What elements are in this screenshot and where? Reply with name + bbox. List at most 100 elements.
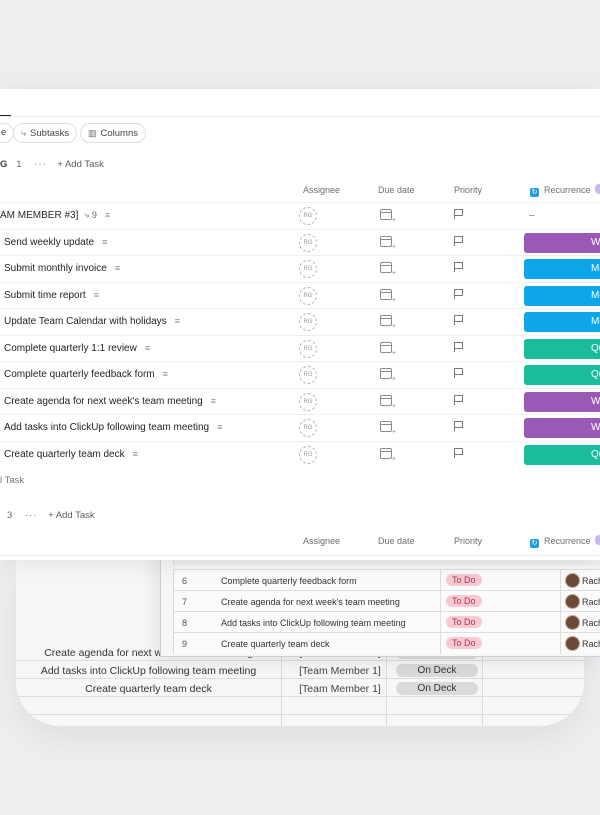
task-name[interactable]: Complete quarterly feedback form ≡: [4, 369, 168, 380]
more-icon[interactable]: ···: [25, 510, 38, 521]
col-assignee[interactable]: Assignee: [303, 185, 340, 195]
table-row[interactable]: 9 Create quarterly team deck To Do Racha: [173, 632, 600, 654]
task-name[interactable]: Send weekly update ≡: [4, 237, 107, 248]
flag-icon[interactable]: [454, 368, 463, 378]
sheet-task: Add tasks into ClickUp following team me…: [40, 665, 257, 677]
recurrence-pill[interactable]: Mo: [524, 286, 600, 306]
task-row[interactable]: Update Team Calendar with holidays ≡ RG M…: [0, 308, 600, 335]
row-assignee: Racha: [582, 597, 600, 607]
task-name[interactable]: Create agenda for next week's team meeti…: [4, 396, 216, 407]
calendar-add-icon[interactable]: [380, 368, 396, 383]
task-row[interactable]: Complete quarterly 1:1 review ≡ RG Qu: [0, 335, 600, 362]
recurrence-pill[interactable]: Qu: [524, 365, 600, 385]
flag-icon[interactable]: [454, 236, 463, 246]
flag-icon[interactable]: [454, 315, 463, 325]
col-priority[interactable]: Priority: [454, 536, 482, 546]
col-due-date[interactable]: Due date: [378, 536, 415, 546]
task-name[interactable]: Submit time report ≡: [4, 290, 99, 301]
cell-divider: [560, 612, 561, 633]
col-assignee[interactable]: Assignee: [303, 536, 340, 546]
subtasks-icon: ⤷: [21, 128, 27, 138]
assignee-placeholder-icon[interactable]: RG: [299, 419, 317, 437]
table-row[interactable]: 8 Add tasks into ClickUp following team …: [173, 611, 600, 633]
calendar-add-icon[interactable]: [380, 342, 396, 357]
col-recurrence[interactable]: ↻ Recurrence: [530, 536, 591, 548]
calendar-add-icon[interactable]: [380, 289, 396, 304]
flag-icon[interactable]: [454, 289, 463, 299]
subtask-count[interactable]: ⤷ 9: [84, 210, 97, 221]
recurrence-pill[interactable]: Mo: [524, 259, 600, 279]
description-icon: ≡: [114, 263, 121, 273]
recurrence-empty[interactable]: –: [529, 210, 535, 221]
status-badge[interactable]: To Do: [446, 637, 482, 649]
avatar: [565, 594, 580, 609]
col-recurrence[interactable]: ↻ Recurrence: [530, 185, 591, 197]
flag-icon[interactable]: [454, 448, 463, 458]
assignee-placeholder-icon[interactable]: RG: [299, 207, 317, 225]
recurrence-pill[interactable]: W: [524, 418, 600, 438]
task-row[interactable]: Complete quarterly feedback form ≡ RG Qu: [0, 361, 600, 388]
add-task-button[interactable]: + Add Task: [48, 510, 95, 521]
assignee-placeholder-icon[interactable]: RG: [299, 393, 317, 411]
flag-icon[interactable]: [454, 262, 463, 272]
add-column-icon[interactable]: [595, 535, 600, 545]
task-name[interactable]: Complete quarterly 1:1 review ≡: [4, 343, 150, 354]
recurrence-pill[interactable]: Mo: [524, 312, 600, 332]
columns-button[interactable]: ▥ Columns: [80, 123, 147, 143]
status-badge[interactable]: To Do: [446, 595, 482, 607]
status-badge[interactable]: To Do: [446, 616, 482, 628]
add-task-link[interactable]: l Task: [0, 475, 24, 486]
task-row[interactable]: Create quarterly team deck ≡ RG Qu: [0, 441, 600, 468]
calendar-add-icon[interactable]: [380, 209, 396, 224]
recurrence-pill[interactable]: W: [524, 392, 600, 412]
task-row[interactable]: Submit time report ≡ RG Mo: [0, 282, 600, 309]
recurrence-pill[interactable]: W: [524, 233, 600, 253]
recurrence-pill[interactable]: Qu: [524, 445, 600, 465]
recurrence-pill[interactable]: Qu: [524, 339, 600, 359]
row-number: 9: [182, 639, 188, 649]
description-icon: ≡: [144, 343, 151, 353]
assignee-placeholder-icon[interactable]: RG: [299, 446, 317, 464]
task-label: Send weekly update: [4, 237, 95, 248]
flag-icon[interactable]: [454, 395, 463, 405]
calendar-add-icon[interactable]: [380, 448, 396, 463]
parent-task-name[interactable]: AM MEMBER #3] ⤷ 9 ≡: [0, 210, 110, 221]
calendar-add-icon[interactable]: [380, 262, 396, 277]
task-name[interactable]: Add tasks into ClickUp following team me…: [4, 422, 222, 433]
flag-icon[interactable]: [454, 209, 463, 219]
calendar-add-icon[interactable]: [380, 315, 396, 330]
assignee-placeholder-icon[interactable]: RG: [299, 234, 317, 252]
description-icon: ≡: [93, 290, 99, 300]
calendar-add-icon[interactable]: [380, 236, 396, 251]
task-name[interactable]: Update Team Calendar with holidays ≡: [4, 316, 180, 327]
flag-icon[interactable]: [454, 421, 463, 431]
assignee-placeholder-icon[interactable]: RG: [299, 260, 317, 278]
assignee-placeholder-icon[interactable]: RG: [299, 340, 317, 358]
row-number: 7: [182, 597, 188, 607]
table-row[interactable]: 6 Complete quarterly feedback form To Do…: [173, 569, 600, 591]
description-icon: ≡: [132, 449, 138, 459]
status-badge[interactable]: To Do: [446, 574, 482, 586]
task-row[interactable]: Submit monthly invoice ≡ RG Mo: [0, 255, 600, 282]
subtasks-button[interactable]: ⤷ Subtasks: [13, 123, 78, 143]
parent-task-row[interactable]: AM MEMBER #3] ⤷ 9 ≡ RG –: [0, 202, 600, 229]
table-row[interactable]: 7 Create agenda for next week's team mee…: [173, 590, 600, 612]
col-due-date[interactable]: Due date: [378, 185, 415, 195]
task-row[interactable]: Send weekly update ≡ RG W: [0, 229, 600, 256]
task-row[interactable]: Create agenda for next week's team meeti…: [0, 388, 600, 415]
more-icon[interactable]: ···: [34, 159, 47, 170]
task-name[interactable]: Submit monthly invoice ≡: [4, 263, 120, 274]
add-task-button[interactable]: + Add Task: [57, 159, 104, 170]
add-column-icon[interactable]: [595, 184, 600, 194]
cell-divider: [560, 591, 561, 612]
col-priority[interactable]: Priority: [454, 185, 482, 195]
flag-icon[interactable]: [454, 342, 463, 352]
assignee-placeholder-icon[interactable]: RG: [299, 313, 317, 331]
calendar-add-icon[interactable]: [380, 421, 396, 436]
assignee-placeholder-icon[interactable]: RG: [299, 287, 317, 305]
assignee-placeholder-icon[interactable]: RG: [299, 366, 317, 384]
task-row[interactable]: Add tasks into ClickUp following team me…: [0, 414, 600, 441]
row-number: 6: [182, 576, 188, 586]
task-name[interactable]: Create quarterly team deck ≡: [4, 449, 138, 460]
calendar-add-icon[interactable]: [380, 395, 396, 410]
